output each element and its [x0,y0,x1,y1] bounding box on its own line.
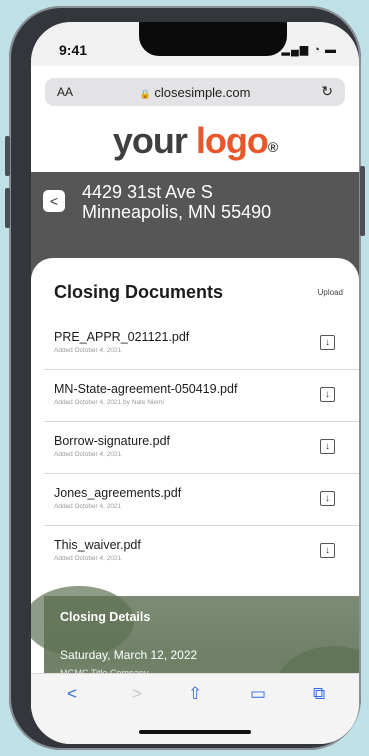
share-icon[interactable]: ⇧ [188,684,202,704]
address-bar[interactable]: AA 🔒 closesimple.com ↻ [45,78,345,106]
power-button [360,166,365,236]
signal-wifi-battery-icon: ▂▄▆ ◔ ▬ [281,44,337,56]
tabs-icon[interactable]: ⧉ [313,684,325,704]
back-arrow-icon[interactable]: < [67,684,77,704]
document-meta: Added October 4, 2021 [54,555,122,562]
address-line-1: 4429 31st Ave S [82,182,213,202]
notch [139,22,287,56]
home-indicator [139,730,251,734]
upload-link[interactable]: Upload [318,288,343,297]
documents-card: Closing Documents Upload PRE_APPR_021121… [31,258,359,744]
phone-frame: 9:41 ▂▄▆ ◔ ▬ AA 🔒 closesimple.com ↻ your… [5,6,365,750]
document-meta: Added October 4, 2021 [54,347,122,354]
document-row[interactable]: This_waiver.pdf Added October 4, 2021 ↓ [44,526,359,577]
volume-up-button [5,136,10,176]
lock-icon: 🔒 [139,89,151,99]
document-name[interactable]: Jones_agreements.pdf [54,486,181,500]
closing-date: Saturday, March 12, 2022 [60,648,198,662]
document-meta: Added October 4, 2021 [54,503,122,510]
document-name[interactable]: PRE_APPR_021121.pdf [54,330,189,344]
url-display[interactable]: 🔒 closesimple.com [45,85,345,100]
download-icon[interactable]: ↓ [320,491,335,506]
address-line-2: Minneapolis, MN 55490 [82,202,272,222]
phone-screen: 9:41 ▂▄▆ ◔ ▬ AA 🔒 closesimple.com ↻ your… [31,22,359,744]
forward-arrow-icon[interactable]: > [132,684,142,704]
logo-word-your: your [112,120,188,161]
back-button[interactable]: < [43,190,65,212]
property-address: 4429 31st Ave S Minneapolis, MN 55490 [82,182,271,222]
download-icon[interactable]: ↓ [320,387,335,402]
document-row[interactable]: Borrow-signature.pdf Added October 4, 20… [44,422,359,474]
browser-toolbar: < > ⇧ ▭ ⧉ [31,673,359,744]
volume-down-button [5,188,10,228]
reload-icon[interactable]: ↻ [321,83,333,100]
status-time: 9:41 [59,42,88,58]
document-meta: Added October 4, 2021 by Nate Niemi [54,399,164,406]
company-logo: your logo® [31,116,359,166]
logo-word-logo: logo [195,120,269,161]
document-row[interactable]: Jones_agreements.pdf Added October 4, 20… [44,474,359,526]
document-name[interactable]: MN-State-agreement-050419.pdf [54,382,237,396]
download-icon[interactable]: ↓ [320,439,335,454]
logo-header: your logo® [31,116,359,172]
download-icon[interactable]: ↓ [320,543,335,558]
document-name[interactable]: This_waiver.pdf [54,538,141,552]
document-meta: Added October 4, 2021 [54,451,122,458]
url-text: closesimple.com [154,85,251,100]
download-icon[interactable]: ↓ [320,335,335,350]
document-name[interactable]: Borrow-signature.pdf [54,434,170,448]
document-row[interactable]: MN-State-agreement-050419.pdf Added Octo… [44,370,359,422]
bookmarks-icon[interactable]: ▭ [250,684,266,704]
registered-mark: ® [267,139,278,155]
section-title: Closing Documents [54,282,224,302]
closing-details-title: Closing Details [60,610,151,624]
document-row[interactable]: PRE_APPR_021121.pdf Added October 4, 202… [44,318,359,370]
